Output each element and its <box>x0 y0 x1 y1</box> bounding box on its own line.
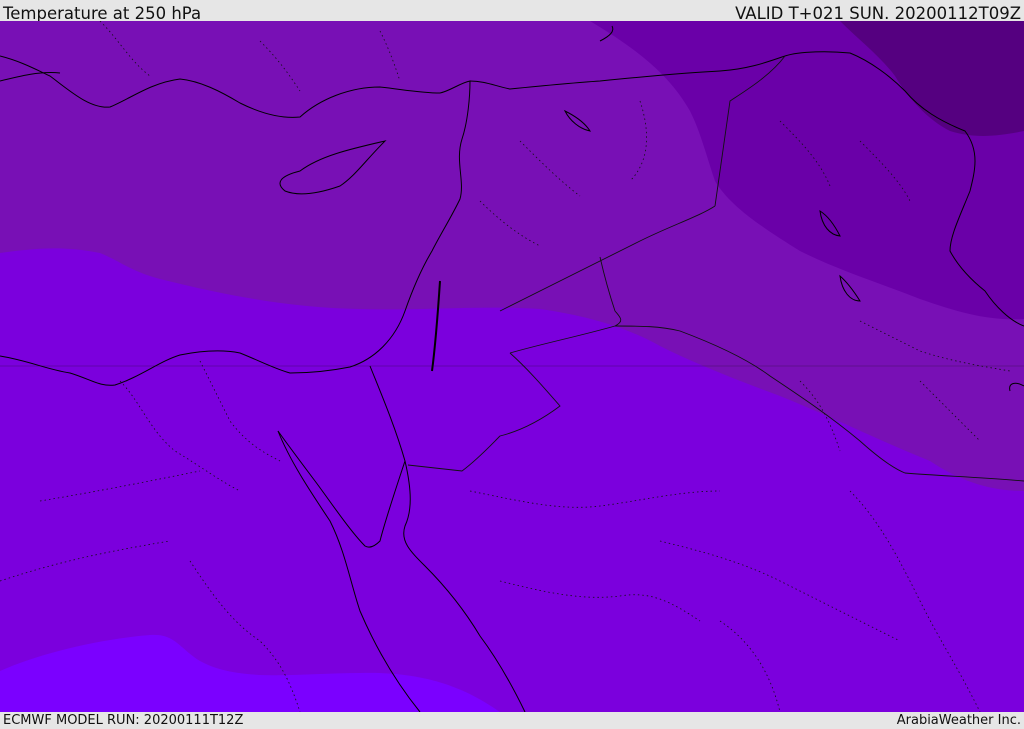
footer-bar: ECMWF MODEL RUN: 20200111T12Z ArabiaWeat… <box>0 712 1024 729</box>
model-run: ECMWF MODEL RUN: 20200111T12Z <box>3 713 244 728</box>
title-bar: Temperature at 250 hPa VALID T+021 SUN. … <box>0 0 1024 23</box>
credit: ArabiaWeather Inc. <box>896 713 1021 728</box>
temperature-map[interactable] <box>0 21 1024 712</box>
map-canvas <box>0 21 1024 712</box>
